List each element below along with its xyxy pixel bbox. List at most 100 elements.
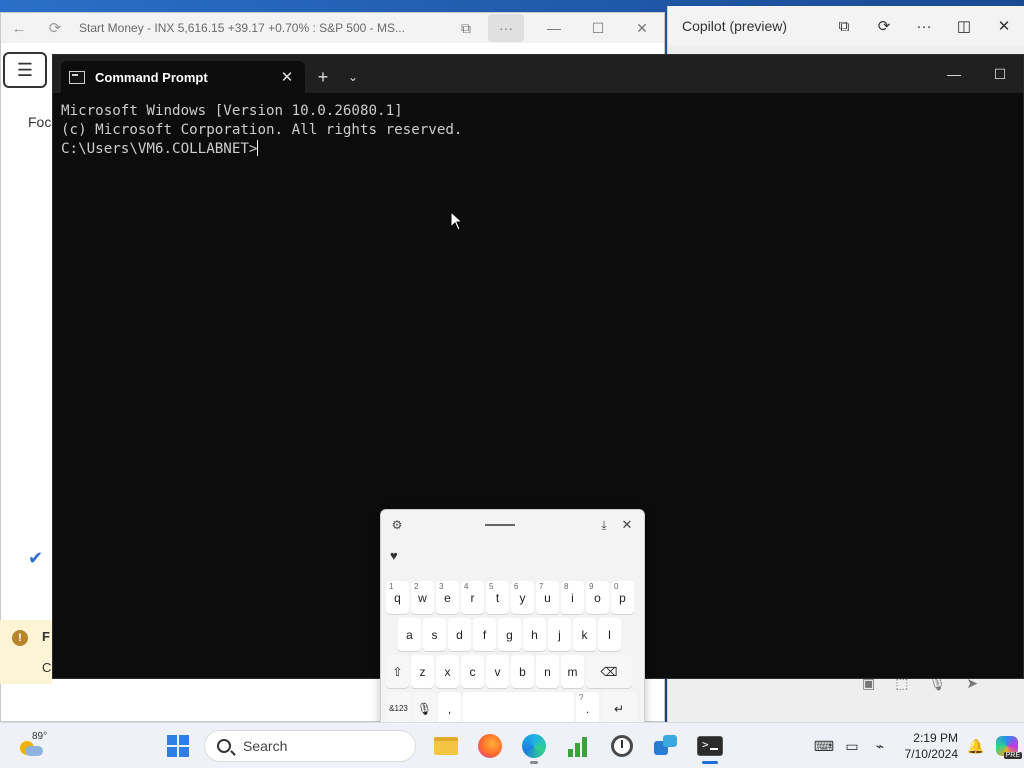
key-p[interactable]: 0p: [611, 581, 634, 614]
refresh-icon[interactable]: ⟳: [864, 17, 904, 35]
key-i[interactable]: 8i: [561, 581, 584, 614]
key-d[interactable]: d: [448, 618, 471, 651]
comma-key[interactable]: ,: [438, 692, 461, 725]
key-e[interactable]: 3e: [436, 581, 459, 614]
edge-button[interactable]: [512, 727, 556, 765]
space-key[interactable]: [463, 692, 574, 725]
keyboard-row-2: asdfghjkl: [398, 618, 623, 651]
check-icon: ✔: [28, 548, 44, 568]
dock-icon[interactable]: ⤓: [592, 518, 616, 533]
key-o[interactable]: 9o: [586, 581, 609, 614]
key-y[interactable]: 6y: [511, 581, 534, 614]
key-label: e: [444, 590, 451, 605]
firefox-button[interactable]: [468, 727, 512, 765]
key-b[interactable]: b: [511, 655, 534, 688]
console-prompt-line: C:\Users\VM6.COLLABNET>: [61, 140, 1015, 159]
file-explorer-button[interactable]: [424, 727, 468, 765]
key-r[interactable]: 4r: [461, 581, 484, 614]
key-f[interactable]: f: [473, 618, 496, 651]
terminal-app-button[interactable]: [688, 727, 732, 765]
key-hint: 2: [414, 582, 419, 591]
network-icon[interactable]: ⌁: [866, 738, 894, 755]
notification-icon[interactable]: 🔔: [962, 738, 990, 755]
console-prompt: C:\Users\VM6.COLLABNET>: [61, 141, 258, 157]
key-a[interactable]: a: [398, 618, 421, 651]
taskbar-search[interactable]: Search: [204, 730, 416, 762]
key-j[interactable]: j: [548, 618, 571, 651]
copilot-title: Copilot (preview): [682, 18, 788, 34]
more-options-button[interactable]: ···: [488, 14, 524, 42]
key-k[interactable]: k: [573, 618, 596, 651]
open-external-icon[interactable]: ⧉: [824, 18, 864, 35]
refresh-icon[interactable]: ⟳: [37, 19, 73, 37]
start-button[interactable]: [160, 728, 196, 764]
drag-handle[interactable]: [407, 524, 592, 526]
key-hint: 8: [564, 582, 569, 591]
key-n[interactable]: n: [536, 655, 559, 688]
microphone-key[interactable]: 🎙: [413, 692, 436, 725]
stocks-app-button[interactable]: [556, 727, 600, 765]
key-q[interactable]: 1q: [386, 581, 409, 614]
display-icon[interactable]: ▭: [838, 738, 866, 755]
key-label: q: [394, 590, 401, 605]
enter-key[interactable]: ↵: [601, 692, 637, 725]
period-key[interactable]: ?.: [576, 692, 599, 725]
terminal-tab[interactable]: Command Prompt ✕: [61, 61, 305, 93]
backspace-key[interactable]: ⌫: [586, 655, 632, 688]
tab-close-icon[interactable]: ✕: [277, 68, 297, 86]
clock-date: 7/10/2024: [904, 747, 958, 761]
edge-icon: [522, 734, 546, 758]
terminal-icon: [697, 736, 723, 756]
back-arrow-icon[interactable]: ←: [1, 20, 37, 37]
key-hint: 6: [514, 582, 519, 591]
key-label: o: [594, 590, 601, 605]
close-icon[interactable]: ✕: [616, 517, 638, 533]
copilot-taskbar-button[interactable]: PRE: [990, 729, 1024, 763]
key-label: .: [585, 701, 590, 716]
app-icon[interactable]: ⧉: [444, 20, 488, 37]
minimize-button[interactable]: —: [532, 20, 576, 36]
maximize-button[interactable]: ☐: [576, 20, 620, 37]
key-z[interactable]: z: [411, 655, 434, 688]
key-m[interactable]: m: [561, 655, 584, 688]
focus-label: Foc: [28, 114, 52, 130]
dock-side-icon[interactable]: ◫: [944, 17, 984, 35]
key-h[interactable]: h: [523, 618, 546, 651]
key-l[interactable]: l: [598, 618, 621, 651]
taskbar: 89° Search ⌨ ▭ ⌁ 2:19 PM 7/10/2024 🔔 PR: [0, 722, 1024, 768]
browser-titlebar: ← ⟳ Start Money - INX 5,616.15 +39.17 +0…: [1, 13, 664, 43]
chevron-down-icon[interactable]: ⌄: [341, 61, 365, 93]
key-hint: 4: [464, 582, 469, 591]
maximize-button[interactable]: ☐: [977, 55, 1023, 93]
shift-key[interactable]: ⇧: [386, 655, 409, 688]
key-c[interactable]: c: [461, 655, 484, 688]
key-w[interactable]: 2w: [411, 581, 434, 614]
key-u[interactable]: 7u: [536, 581, 559, 614]
symbols-key[interactable]: &123: [386, 692, 411, 725]
gear-icon[interactable]: ⚙: [387, 518, 407, 532]
copilot-badge: PRE: [1003, 752, 1022, 759]
key-g[interactable]: g: [498, 618, 521, 651]
alert-body: C: [42, 660, 52, 675]
minimize-button[interactable]: —: [931, 55, 977, 93]
key-x[interactable]: x: [436, 655, 459, 688]
close-icon[interactable]: ✕: [984, 17, 1024, 35]
key-t[interactable]: 5t: [486, 581, 509, 614]
new-tab-button[interactable]: +: [305, 61, 341, 93]
emoji-button[interactable]: ♥: [381, 540, 644, 570]
key-v[interactable]: v: [486, 655, 509, 688]
taskbar-clock[interactable]: 2:19 PM 7/10/2024: [894, 730, 962, 762]
console-line: (c) Microsoft Corporation. All rights re…: [61, 122, 463, 138]
touch-keyboard: ⚙ ⤓ ✕ ♥ 1q2w3e4r5t6y7u8i9o0p asdfghjkl ⇧…: [380, 509, 645, 731]
search-label: Search: [243, 738, 288, 754]
keyboard-icon[interactable]: ⌨: [810, 738, 838, 755]
hamburger-menu-button[interactable]: ☰: [3, 52, 47, 88]
terminal-output[interactable]: Microsoft Windows [Version 10.0.26080.1]…: [53, 93, 1023, 168]
keyboard-row-1: 1q2w3e4r5t6y7u8i9o0p: [386, 581, 636, 614]
more-options-icon[interactable]: ···: [904, 18, 944, 35]
key-s[interactable]: s: [423, 618, 446, 651]
clock-app-button[interactable]: [600, 727, 644, 765]
weather-widget[interactable]: 89°: [14, 729, 54, 763]
chat-app-button[interactable]: [644, 727, 688, 765]
close-button[interactable]: ✕: [620, 20, 664, 37]
